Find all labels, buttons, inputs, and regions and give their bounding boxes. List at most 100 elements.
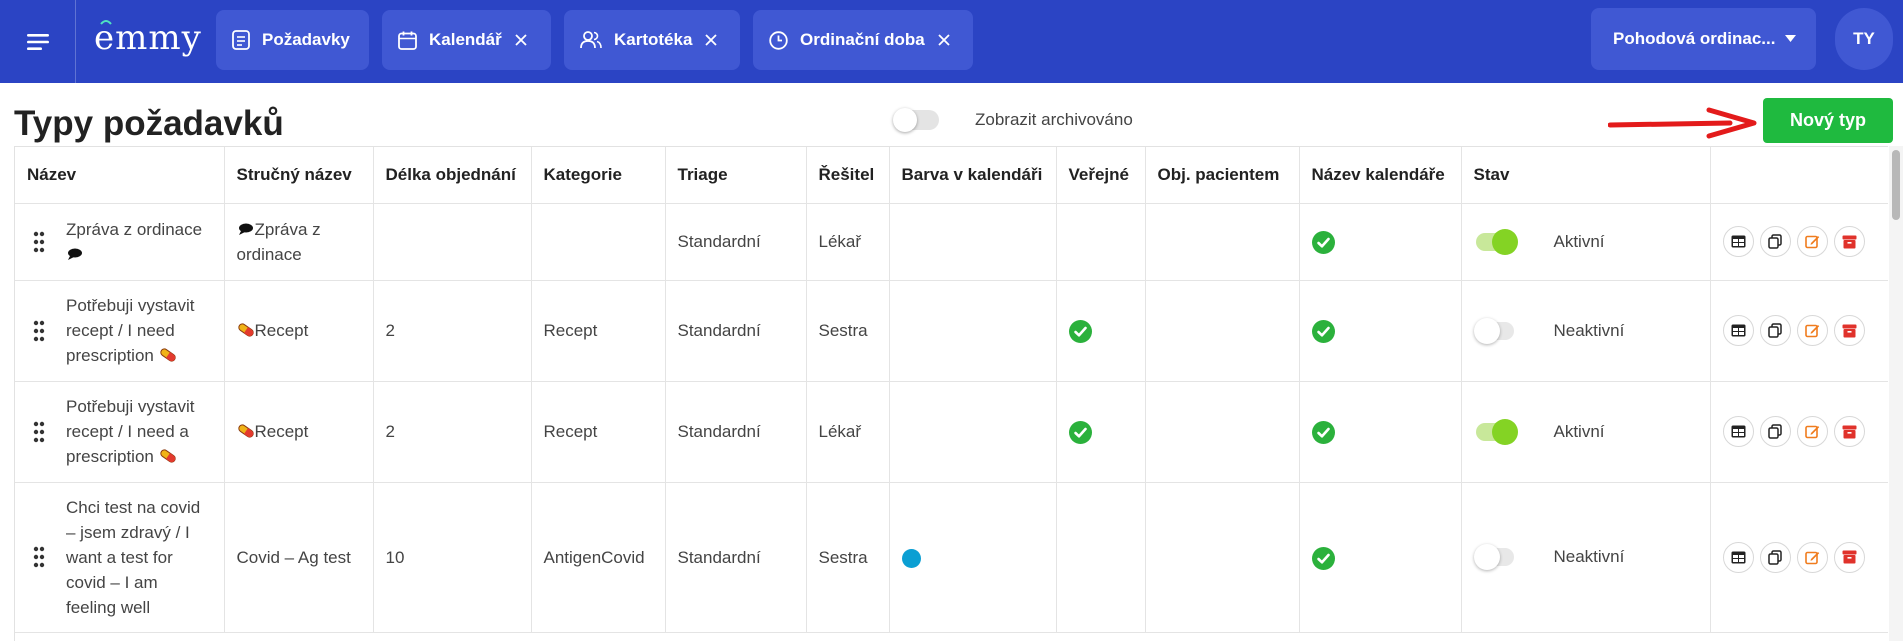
speech-bubble-icon: [238, 223, 253, 235]
calendar-icon: [398, 31, 417, 50]
duplicate-button[interactable]: [1759, 315, 1791, 346]
drag-handle-icon[interactable]: [33, 320, 45, 342]
new-type-button[interactable]: Nový typ: [1763, 98, 1893, 143]
status-toggle[interactable]: [1475, 228, 1518, 255]
practice-select[interactable]: Pohodová ordinac...: [1591, 8, 1816, 70]
clock-icon: [769, 30, 788, 50]
drag-handle-icon[interactable]: [33, 546, 45, 568]
column-header-name[interactable]: Název: [15, 147, 225, 204]
edit-button[interactable]: [1796, 315, 1828, 346]
emmy-logo[interactable]: emmy: [94, 18, 202, 58]
table-view-button[interactable]: [1722, 226, 1754, 257]
archive-button[interactable]: [1833, 315, 1865, 346]
cell-actions: [1710, 381, 1888, 483]
status-label: Aktivní: [1553, 421, 1605, 441]
status-toggle[interactable]: [1475, 418, 1518, 445]
cell-status: Neaktivní: [1461, 482, 1711, 633]
table-view-icon: [1731, 551, 1746, 564]
user-initials: TY: [1853, 29, 1875, 48]
column-header-short-name[interactable]: Stručný název: [224, 147, 374, 204]
top-navigation-bar: emmy Požadavky Kalendář Kartotéka Ordina…: [0, 0, 1903, 83]
duplicate-icon: [1768, 234, 1782, 249]
cell-status: Neaktivní: [1461, 280, 1711, 382]
calendar-color-dot: [901, 548, 921, 568]
edit-button[interactable]: [1796, 226, 1828, 257]
column-header-category[interactable]: Kategorie: [531, 147, 666, 204]
toggle-knob: [893, 108, 917, 132]
column-header-length[interactable]: Délka objednání: [373, 147, 532, 204]
cell-public: [1056, 280, 1146, 382]
scrollbar-thumb[interactable]: [1892, 150, 1900, 220]
tab-ordinacni-doba[interactable]: Ordinační doba: [753, 10, 973, 70]
archive-button[interactable]: [1833, 416, 1865, 447]
cell-name: Chci test na covid – jsem zdravý / I wan…: [15, 482, 225, 633]
logo-accent-icon: [100, 20, 112, 25]
table-header-row: Název Stručný název Délka objednání Kate…: [15, 147, 1888, 204]
drag-handle-icon[interactable]: [33, 231, 45, 253]
cell-calendar-name: [1299, 280, 1462, 382]
table-row[interactable]: Chci test na covid – jsem zdravý / I wan…: [15, 482, 1888, 633]
cell-public: [1056, 482, 1146, 633]
duplicate-button[interactable]: [1759, 226, 1791, 257]
close-icon[interactable]: [515, 34, 527, 46]
status-toggle[interactable]: [1473, 544, 1514, 570]
request-type-name: Zpráva z ordinace: [66, 219, 203, 239]
chevron-down-icon: [1785, 35, 1796, 42]
cell-name: Potřebuji vystavit recept / I need presc…: [15, 280, 225, 382]
pill-icon: [159, 449, 176, 463]
cell-triage: Standardní: [665, 280, 807, 382]
hamburger-menu-button[interactable]: [0, 0, 76, 83]
column-header-public[interactable]: Veřejné: [1056, 147, 1146, 204]
table-view-button[interactable]: [1722, 541, 1754, 573]
table-view-button[interactable]: [1722, 315, 1754, 346]
table-row[interactable]: Potřebuji vystavit recept / I need a pre…: [15, 381, 1888, 483]
cell-calendar-name: [1299, 482, 1462, 633]
status-toggle[interactable]: [1473, 317, 1514, 344]
tab-label: Kalendář: [429, 30, 502, 49]
short-name: Recept: [254, 321, 309, 340]
cell-calendar-color: [889, 280, 1057, 382]
users-icon: [580, 31, 602, 49]
archive-button[interactable]: [1833, 541, 1865, 573]
column-header-calendar-name[interactable]: Název kalendáře: [1299, 147, 1462, 204]
column-header-triage[interactable]: Triage: [665, 147, 807, 204]
table-row[interactable]: Potřebuji vystavit recept / I need presc…: [15, 280, 1888, 382]
user-avatar[interactable]: TY: [1835, 8, 1893, 70]
vertical-scrollbar[interactable]: [1889, 146, 1903, 641]
cell-public: [1056, 381, 1146, 483]
tab-kartoteka[interactable]: Kartotéka: [564, 10, 740, 70]
cell-calendar-color: [889, 482, 1057, 633]
close-icon[interactable]: [938, 34, 950, 46]
close-icon[interactable]: [705, 34, 718, 46]
cell-category: Recept: [531, 280, 666, 382]
pill-icon: [237, 424, 254, 438]
column-header-solver[interactable]: Řešitel: [806, 147, 890, 204]
tab-kalendar[interactable]: Kalendář: [382, 10, 551, 70]
cell-length: 2: [373, 381, 532, 483]
table-view-icon: [1731, 324, 1746, 337]
archive-icon: [1842, 235, 1857, 249]
tab-pozadavky[interactable]: Požadavky: [216, 10, 369, 70]
status-label: Neaktivní: [1553, 547, 1625, 566]
cell-patient-booking: [1145, 482, 1300, 633]
edit-icon: [1804, 234, 1820, 249]
duplicate-icon: [1768, 549, 1782, 565]
edit-button[interactable]: [1796, 541, 1828, 573]
edit-icon: [1804, 323, 1820, 338]
archive-button[interactable]: [1833, 226, 1865, 257]
cell-short-name: Recept: [224, 381, 374, 483]
check-circle-icon: [1311, 421, 1335, 444]
hamburger-icon: [26, 33, 49, 50]
column-header-patient-booking[interactable]: Obj. pacientem: [1145, 147, 1300, 204]
column-header-status[interactable]: Stav: [1461, 147, 1711, 204]
column-header-calendar-color[interactable]: Barva v kalendáři: [889, 147, 1057, 204]
show-archived-toggle[interactable]: [893, 108, 939, 132]
archive-icon: [1842, 550, 1857, 564]
cell-status: Aktivní: [1461, 203, 1711, 281]
duplicate-button[interactable]: [1759, 541, 1791, 573]
drag-handle-icon[interactable]: [33, 421, 45, 443]
table-row[interactable]: Zpráva z ordinace Zpráva z ordinace Standa…: [15, 203, 1888, 281]
duplicate-button[interactable]: [1759, 416, 1791, 447]
edit-button[interactable]: [1796, 416, 1828, 447]
table-view-button[interactable]: [1722, 416, 1754, 447]
